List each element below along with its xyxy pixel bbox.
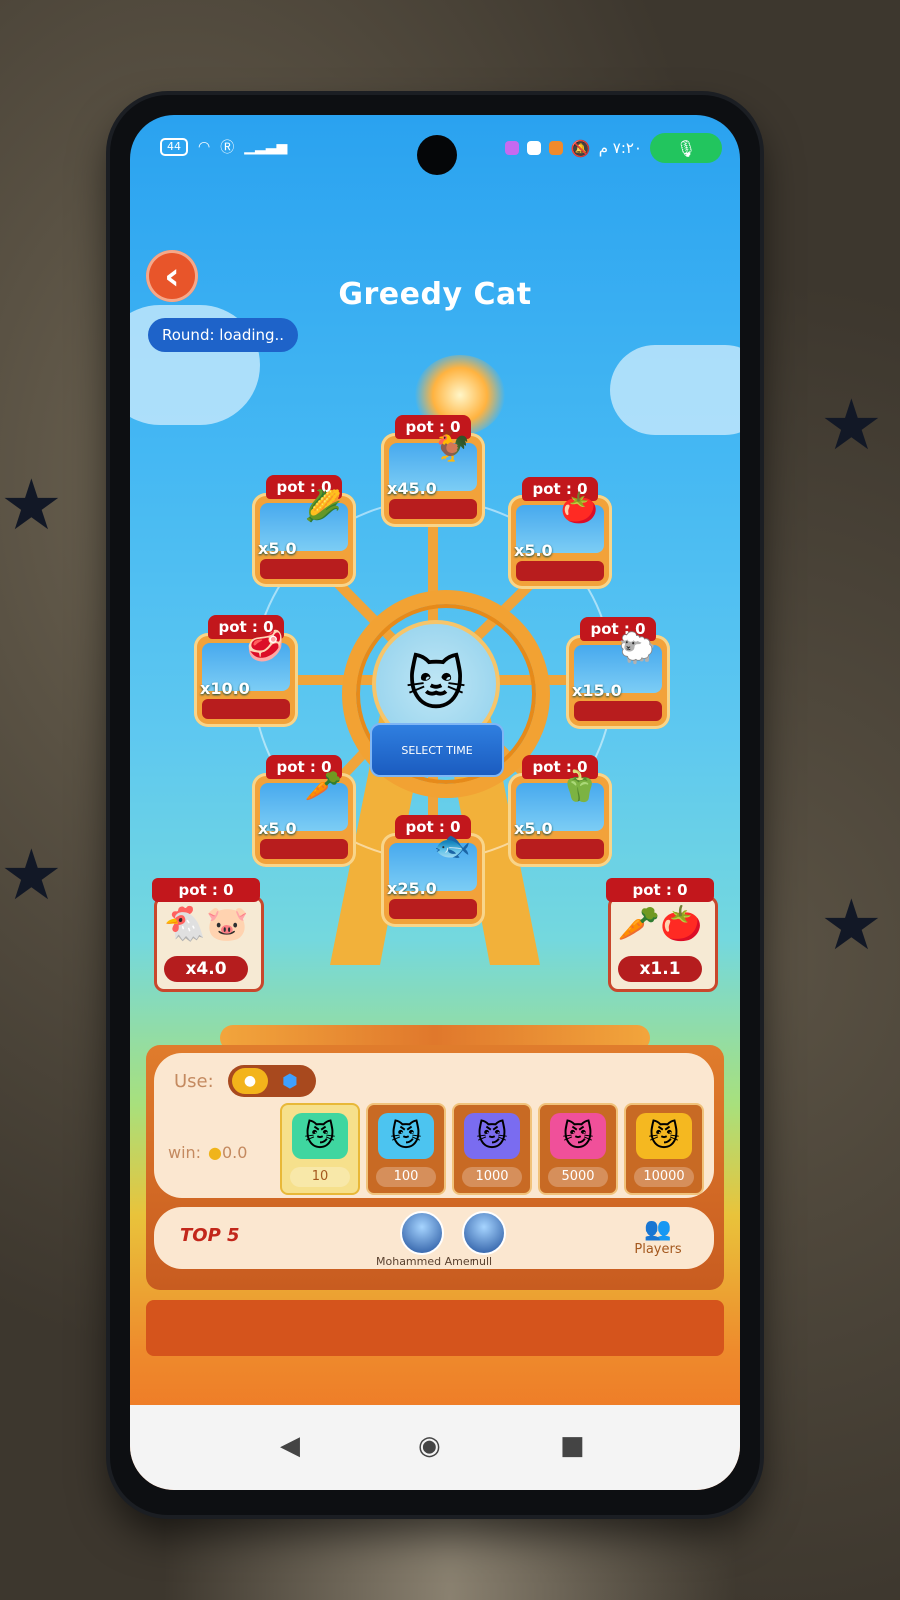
cat-icon: 🐱 bbox=[405, 650, 467, 718]
mask-icon: 😼 bbox=[550, 1113, 606, 1159]
nav-back-icon[interactable]: ◀ bbox=[280, 1431, 300, 1461]
chip-value: 5000 bbox=[548, 1167, 608, 1187]
star-decoration: ★ bbox=[820, 384, 883, 466]
cabin-pepper[interactable]: pot : 0 🫑 x5.0 bbox=[508, 755, 612, 867]
avatar[interactable] bbox=[400, 1211, 444, 1255]
tomato-icon: 🍅 bbox=[560, 491, 598, 526]
cabin-sheep[interactable]: pot : 0 🐑 x15.0 bbox=[566, 617, 670, 729]
select-time-button[interactable]: SELECT TIME bbox=[370, 723, 504, 777]
use-label: Use: bbox=[174, 1071, 214, 1092]
mask-icon: 😼 bbox=[378, 1113, 434, 1159]
animals-icon: 🐔🐷 bbox=[163, 904, 249, 944]
pepper-icon: 🫑 bbox=[560, 769, 598, 804]
fish-icon: 🐟 bbox=[433, 829, 471, 864]
corn-icon: 🌽 bbox=[304, 489, 342, 524]
player-name: null bbox=[472, 1255, 493, 1268]
players-button[interactable]: 👥 Players bbox=[628, 1217, 688, 1257]
phone-frame: 44 ◠ Ⓡ ▁▂▃▅ 🔕 ٧:٢٠ م 🎙 ‹ Greedy Cat Roun… bbox=[110, 95, 760, 1515]
meat-icon: 🥩 bbox=[246, 629, 284, 664]
pot-label: pot : 0 bbox=[152, 878, 260, 902]
system-nav-bar: ◀ ◉ ■ bbox=[130, 1405, 740, 1490]
mask-icon: 😼 bbox=[292, 1113, 348, 1159]
multiplier-label: x5.0 bbox=[258, 539, 297, 558]
side-bet-animals[interactable]: pot : 0 🐔🐷 x4.0 bbox=[152, 878, 264, 992]
nav-recents-icon[interactable]: ■ bbox=[560, 1431, 585, 1461]
multiplier-label: x15.0 bbox=[572, 681, 622, 700]
chip-value: 1000 bbox=[462, 1167, 522, 1187]
chip-value: 10000 bbox=[634, 1167, 694, 1187]
multiplier-label: x45.0 bbox=[387, 479, 437, 498]
message-bar bbox=[146, 1300, 724, 1356]
chip-1000[interactable]: 😼 1000 bbox=[452, 1103, 532, 1195]
cabin-tomato[interactable]: pot : 0 🍅 x5.0 bbox=[508, 477, 612, 589]
multiplier-label: x25.0 bbox=[387, 879, 437, 898]
chip-10[interactable]: 😼 10 bbox=[280, 1103, 360, 1195]
cabin-corn[interactable]: pot : 0 🌽 x5.0 bbox=[252, 475, 356, 587]
bet-panel: Use: ● ⬢ win: ●0.0 😼 10 😼 100 😼 1000 😼 5… bbox=[146, 1045, 724, 1290]
cabin-meat[interactable]: pot : 0 🥩 x10.0 bbox=[194, 615, 298, 727]
mask-icon: 😼 bbox=[636, 1113, 692, 1159]
player-name: Mohammed Amer bbox=[376, 1255, 475, 1268]
players-label: Players bbox=[634, 1242, 682, 1257]
nav-home-icon[interactable]: ◉ bbox=[418, 1431, 441, 1461]
multiplier-label: x4.0 bbox=[164, 956, 248, 982]
pot-label: pot : 0 bbox=[606, 878, 714, 902]
coin-icon: ● bbox=[208, 1143, 222, 1162]
chip-value: 10 bbox=[290, 1167, 350, 1187]
currency-toggle[interactable]: ● ⬢ bbox=[228, 1065, 316, 1097]
chip-value: 100 bbox=[376, 1167, 436, 1187]
chip-10000[interactable]: 😼 10000 bbox=[624, 1103, 704, 1195]
game-screen: 44 ◠ Ⓡ ▁▂▃▅ 🔕 ٧:٢٠ م 🎙 ‹ Greedy Cat Roun… bbox=[130, 115, 740, 1490]
star-decoration: ★ bbox=[820, 884, 883, 966]
side-bet-vegetables[interactable]: pot : 0 🥕🍅 x1.1 bbox=[606, 878, 718, 992]
top5-label: TOP 5 bbox=[180, 1225, 240, 1246]
star-decoration: ★ bbox=[0, 834, 63, 916]
multiplier-label: x1.1 bbox=[618, 956, 702, 982]
top5-bar: TOP 5 Mohammed Amer null 👥 Players bbox=[154, 1207, 714, 1269]
multiplier-label: x5.0 bbox=[514, 819, 553, 838]
chip-100[interactable]: 😼 100 bbox=[366, 1103, 446, 1195]
multiplier-label: x10.0 bbox=[200, 679, 250, 698]
mask-icon: 😼 bbox=[464, 1113, 520, 1159]
avatar[interactable] bbox=[462, 1211, 506, 1255]
people-icon: 👥 bbox=[644, 1217, 672, 1242]
sheep-icon: 🐑 bbox=[618, 631, 656, 666]
multiplier-label: x5.0 bbox=[258, 819, 297, 838]
win-label: win: bbox=[168, 1143, 202, 1162]
bet-area: Use: ● ⬢ win: ●0.0 😼 10 😼 100 😼 1000 😼 5… bbox=[154, 1053, 714, 1198]
star-decoration: ★ bbox=[0, 464, 63, 546]
cabin-rooster[interactable]: pot : 0 🐓 x45.0 bbox=[381, 415, 485, 527]
rooster-icon: 🐓 bbox=[433, 429, 471, 464]
gem-icon[interactable]: ⬢ bbox=[282, 1071, 298, 1092]
cabin-fish[interactable]: pot : 0 🐟 x25.0 bbox=[381, 815, 485, 927]
win-value: ●0.0 bbox=[208, 1143, 248, 1162]
coin-icon[interactable]: ● bbox=[232, 1068, 268, 1094]
vegetables-icon: 🥕🍅 bbox=[617, 904, 703, 944]
cabin-carrot[interactable]: pot : 0 🥕 x5.0 bbox=[252, 755, 356, 867]
carrot-icon: 🥕 bbox=[304, 769, 342, 804]
chip-5000[interactable]: 😼 5000 bbox=[538, 1103, 618, 1195]
multiplier-label: x5.0 bbox=[514, 541, 553, 560]
